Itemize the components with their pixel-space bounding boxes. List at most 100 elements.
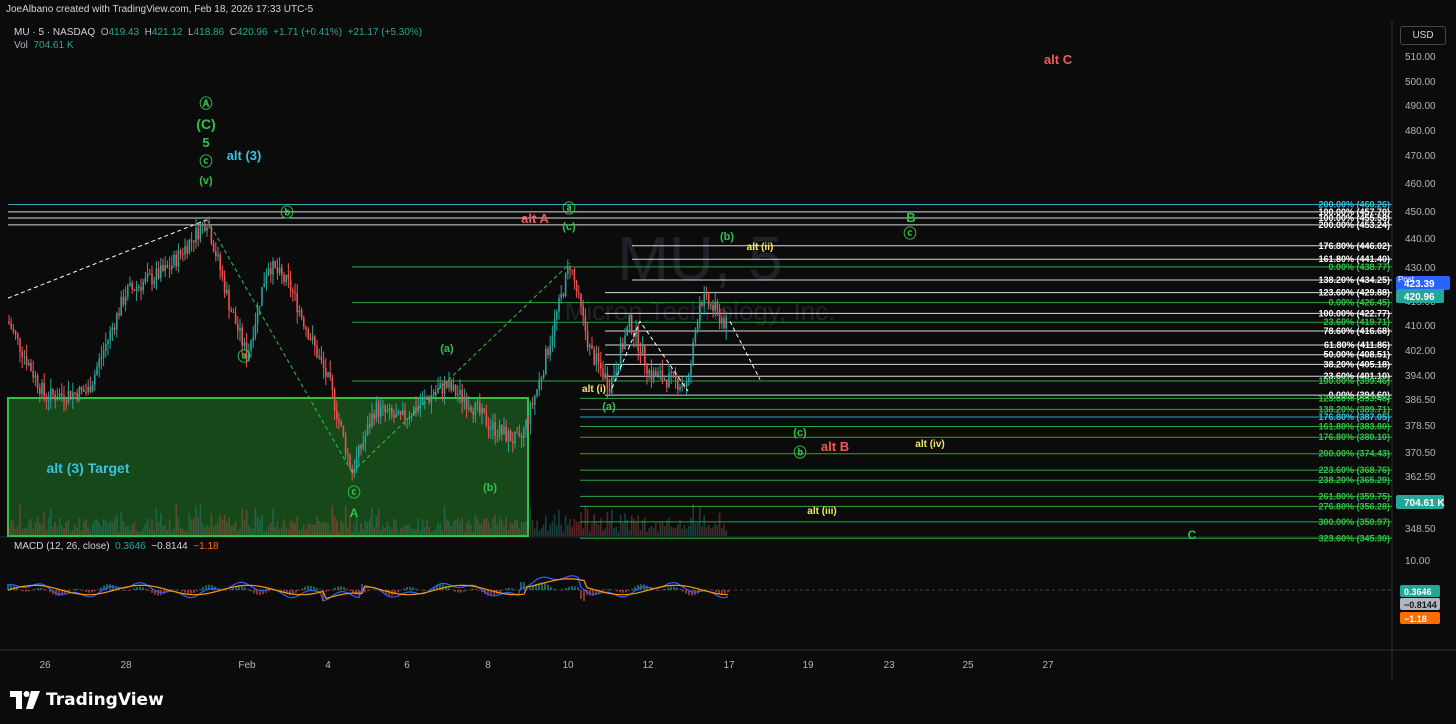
volume-bar <box>54 521 56 536</box>
volume-bar <box>608 521 611 536</box>
wave-annotation: (c) <box>562 221 576 233</box>
macd-histogram-bar <box>304 586 306 590</box>
volume-bar <box>142 528 144 536</box>
volume-bar <box>234 520 237 536</box>
candle-body <box>520 435 523 439</box>
currency-button[interactable]: USD <box>1400 26 1446 45</box>
macd-label[interactable]: MACD (12, 26, close) <box>14 541 110 552</box>
macd-histogram-bar <box>88 590 90 593</box>
candle-body <box>584 315 587 332</box>
vol-label[interactable]: Vol <box>14 40 28 51</box>
candle-body <box>573 269 576 282</box>
candle-body <box>710 304 712 306</box>
macd-histogram-bar <box>724 590 726 594</box>
volume-bar <box>342 523 345 536</box>
candle-body <box>694 331 697 343</box>
y-axis-tick-label: 394.00 <box>1405 371 1436 382</box>
macd-histogram-bar <box>373 589 375 590</box>
candle-body <box>498 424 501 437</box>
candle-body <box>597 353 600 363</box>
candle-body <box>567 267 569 274</box>
candle-body <box>294 292 296 294</box>
candle-body <box>344 435 347 454</box>
candle-body <box>481 408 483 414</box>
macd-value-1: 0.3646 <box>115 541 146 552</box>
macd-histogram-bar <box>712 590 714 591</box>
macd-histogram-bar <box>145 588 147 590</box>
volume-bar <box>144 523 147 536</box>
volume-bar <box>12 521 15 536</box>
candle-body <box>540 377 543 381</box>
candle-body <box>538 380 540 390</box>
macd-axis-tick-label: 10.00 <box>1405 556 1430 567</box>
candle-body <box>232 312 235 314</box>
volume-bar <box>325 522 327 536</box>
volume-bar <box>76 527 78 536</box>
volume-bar <box>586 509 589 536</box>
volume-bar <box>281 527 283 536</box>
wave-annotation: Ⓐ <box>199 96 212 111</box>
volume-bar <box>386 521 389 536</box>
macd-histogram-bar <box>346 588 348 590</box>
tradingview-logo[interactable]: TradingView <box>10 690 164 710</box>
fib-level-label: 223.60% (368.76) <box>1318 465 1390 475</box>
volume-bar <box>448 520 450 536</box>
y-axis-tick-label: 370.50 <box>1405 448 1436 459</box>
macd-histogram-bar <box>460 590 462 593</box>
volume-bar <box>138 531 140 536</box>
wave-annotation: (c) <box>793 427 807 439</box>
macd-histogram-bar <box>577 587 579 590</box>
candle-body <box>578 292 580 294</box>
macd-histogram-bar <box>454 590 456 592</box>
volume-bar <box>160 513 162 536</box>
volume-bar <box>80 530 83 536</box>
candle-body <box>527 420 529 424</box>
volume-bar <box>131 524 133 536</box>
volume-bar <box>285 527 287 536</box>
volume-bar <box>483 518 485 536</box>
y-axis-tick-label: 410.00 <box>1405 321 1436 332</box>
volume-bar <box>549 524 551 536</box>
candle-body <box>217 254 219 257</box>
volume-bar <box>542 524 545 536</box>
candle-body <box>190 239 193 241</box>
candle-body <box>582 306 584 316</box>
candle-body <box>102 350 105 357</box>
volume-bar <box>61 525 63 536</box>
volume-bar <box>274 527 276 536</box>
candle-body <box>10 323 12 329</box>
candle-body <box>111 327 114 331</box>
candle-body <box>586 331 589 348</box>
macd-histogram-bar <box>421 590 423 591</box>
candle-body <box>138 286 140 288</box>
volume-bar <box>503 525 505 536</box>
candle-body <box>663 379 666 381</box>
volume-bar <box>701 526 703 536</box>
volume-bar <box>294 523 296 536</box>
candle-body <box>311 336 314 340</box>
volume-bar <box>43 511 45 536</box>
volume-bar <box>611 509 613 536</box>
candle-body <box>419 404 422 407</box>
volume-bar <box>74 525 76 536</box>
price-chart-svg[interactable]: MU, 5Micron Technology, Inc. 200.00% (46… <box>0 0 1456 724</box>
volume-bar <box>457 518 459 536</box>
fib-level-label: 78.60% (416.68) <box>1323 326 1390 336</box>
volume-bar <box>437 523 439 536</box>
candle-body <box>243 342 246 346</box>
macd-histogram-bar <box>133 588 135 590</box>
macd-histogram-bar <box>94 590 96 592</box>
volume-bar <box>316 516 318 536</box>
candle-body <box>171 265 173 270</box>
macd-histogram-bar <box>727 590 729 593</box>
volume-bar <box>358 531 360 536</box>
volume-bar <box>463 530 466 536</box>
volume-bar <box>221 519 224 536</box>
volume-bar <box>17 525 19 536</box>
candle-body <box>611 377 613 393</box>
legend-symbol[interactable]: MU · 5 · NASDAQ <box>14 27 95 38</box>
volume-bar <box>127 526 129 536</box>
candle-body <box>175 254 177 267</box>
volume-bar <box>589 531 591 536</box>
candle-body <box>699 302 701 323</box>
